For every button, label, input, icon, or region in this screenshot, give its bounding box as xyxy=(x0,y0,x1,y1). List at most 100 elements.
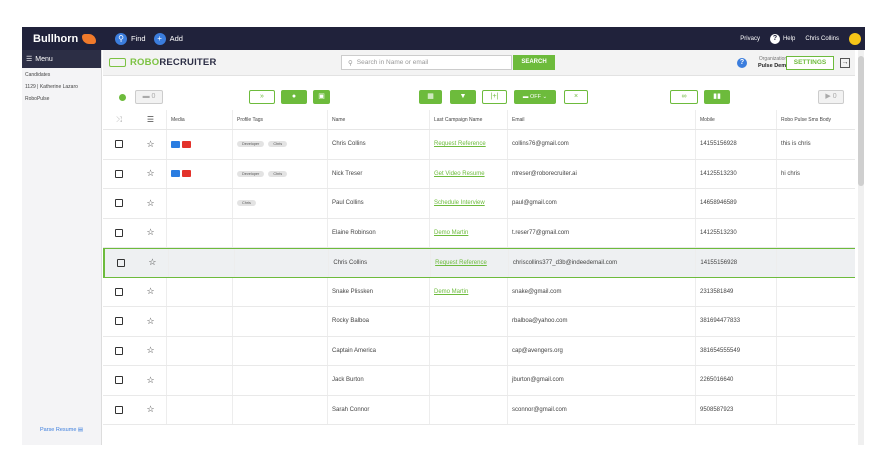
filter-button[interactable]: ▼ xyxy=(450,90,476,104)
message-count-button[interactable]: ▬ 0 xyxy=(135,90,163,104)
star-icon[interactable]: ☆ xyxy=(146,286,154,297)
profile-tag[interactable]: Chris xyxy=(237,200,256,207)
table-row[interactable]: ☆ Chris Paul Collins Schedule Interview paul… xyxy=(103,189,855,219)
profile-tag[interactable]: Chris xyxy=(268,141,288,148)
column-header-sms[interactable]: Robo Pulse Sms Body xyxy=(777,110,855,129)
profile-tag[interactable]: Developer xyxy=(237,170,265,177)
profile-tag[interactable]: Developer xyxy=(237,141,265,148)
chat-media-icon[interactable] xyxy=(171,140,180,148)
find-button[interactable]: ⚲ Find xyxy=(115,32,146,45)
name-cell[interactable]: Paul Collins xyxy=(328,189,430,218)
tags-cell: Developer Chris xyxy=(233,130,328,159)
row-checkbox[interactable] xyxy=(115,169,123,178)
star-icon[interactable]: ☆ xyxy=(146,168,154,179)
campaign-link[interactable]: Get Video Resume xyxy=(434,171,485,177)
campaign-link[interactable]: Request Reference xyxy=(435,260,487,266)
table-row[interactable]: ☆ Sarah Connor sconnor@gmail.com 9508587923 xyxy=(103,395,855,425)
row-checkbox[interactable] xyxy=(116,258,125,267)
column-header-tags[interactable]: Profile Tags xyxy=(233,110,328,129)
row-checkbox[interactable] xyxy=(115,287,123,296)
privacy-link[interactable]: Privacy xyxy=(740,36,760,42)
tag-button[interactable]: ● xyxy=(281,90,307,104)
logout-icon[interactable]: → xyxy=(840,58,850,68)
name-cell[interactable]: Jack Burton xyxy=(328,366,430,395)
table-row[interactable]: ☆ Captain America cap@avengers.org 38165455… xyxy=(103,336,855,366)
name-cell[interactable]: Captain America xyxy=(328,336,430,365)
auto-toggle-dropdown[interactable]: ▬ OFF ⌄ xyxy=(514,90,556,104)
bullhorn-logo[interactable]: Bullhorn xyxy=(22,33,107,45)
close-box-button[interactable]: × xyxy=(564,90,588,104)
row-checkbox[interactable] xyxy=(115,140,123,149)
book-button[interactable]: ▮▮ xyxy=(704,90,730,104)
name-cell[interactable]: Nick Treser xyxy=(328,159,430,188)
columns-button[interactable]: |+| xyxy=(482,90,507,104)
campaign-link[interactable]: Schedule Interview xyxy=(434,200,485,206)
link-button[interactable]: ∞ xyxy=(670,90,698,104)
table-row[interactable]: ☆ Developer Chris Chris Collins Request Refe… xyxy=(103,130,855,160)
select-all-toggle[interactable]: ⤨ xyxy=(103,110,135,129)
table-row[interactable]: ☆ Developer Chris Nick Treser Get Video Resu… xyxy=(103,159,855,189)
row-checkbox[interactable] xyxy=(115,346,123,355)
campaign-link[interactable]: Demo Martin xyxy=(434,289,468,295)
name-cell[interactable]: Chris Collins xyxy=(329,249,432,277)
help-button[interactable]: ? Help xyxy=(769,33,795,44)
star-icon[interactable]: ☆ xyxy=(146,375,154,386)
star-icon[interactable]: ☆ xyxy=(146,316,154,327)
campaign-link[interactable]: Demo Martin xyxy=(434,230,468,236)
settings-button[interactable]: SETTINGS xyxy=(786,56,834,70)
name-cell[interactable]: Rocky Balboa xyxy=(328,307,430,336)
archive-button[interactable]: ▣ xyxy=(313,90,330,104)
row-checkbox[interactable] xyxy=(115,228,123,237)
row-checkbox[interactable] xyxy=(115,317,123,326)
play-count-button[interactable]: ▶ 0 xyxy=(818,90,844,104)
sidebar-item-record[interactable]: 1129 | Katherine Lazaro xyxy=(22,80,101,92)
star-icon[interactable]: ☆ xyxy=(146,404,154,415)
name-cell[interactable]: Snake Plissken xyxy=(328,277,430,306)
table-row[interactable]: ☆ Rocky Balboa rbalboa@yahoo.com 3816944778… xyxy=(103,307,855,337)
video-media-icon[interactable] xyxy=(182,170,191,178)
chat-media-icon[interactable] xyxy=(171,170,180,178)
forward-button[interactable]: » xyxy=(249,90,275,104)
star-icon[interactable]: ☆ xyxy=(146,139,154,150)
favorite-cell: ☆ xyxy=(137,249,169,277)
find-label: Find xyxy=(131,34,146,43)
row-checkbox[interactable] xyxy=(115,376,123,385)
name-cell[interactable]: Chris Collins xyxy=(328,130,430,159)
sms-body-cell xyxy=(777,337,855,366)
table-row[interactable]: ☆ Jack Burton jburton@gmail.com 2265016640 xyxy=(103,366,855,396)
column-header-name[interactable]: Name xyxy=(328,110,430,129)
avatar[interactable] xyxy=(849,32,861,45)
row-checkbox[interactable] xyxy=(115,199,123,208)
sidebar-item-candidates[interactable]: Candidates xyxy=(22,68,101,80)
search-button[interactable]: SEARCH xyxy=(513,55,555,70)
campaign-link[interactable]: Request Reference xyxy=(434,141,486,147)
star-icon[interactable]: ☆ xyxy=(146,345,154,356)
table-row[interactable]: ☆ Elaine Robinson Demo Martin t.reser77@gma… xyxy=(103,218,855,248)
table-row[interactable]: ☆ Snake Plissken Demo Martin snake@gmail.co… xyxy=(103,277,855,307)
search-input[interactable]: ⚲ Search in Name or email xyxy=(341,55,512,70)
column-header-mobile[interactable]: Mobile xyxy=(696,110,777,129)
menu-toggle[interactable]: ☰ Menu xyxy=(22,50,101,68)
star-icon[interactable]: ☆ xyxy=(146,227,154,238)
vertical-scrollbar[interactable] xyxy=(858,50,864,445)
row-checkbox[interactable] xyxy=(115,405,123,414)
column-header-campaign[interactable]: Last Campaign Name xyxy=(430,110,508,129)
star-icon[interactable]: ☆ xyxy=(148,257,156,268)
parse-resume-link[interactable]: Parse Resume ▤ xyxy=(40,427,83,433)
name-cell[interactable]: Elaine Robinson xyxy=(328,218,430,247)
sidebar-item-robopulse[interactable]: RoboPulse xyxy=(22,92,101,104)
user-name[interactable]: Chris Collins xyxy=(805,36,839,42)
scrollbar-thumb[interactable] xyxy=(858,56,864,186)
column-header-email[interactable]: Email xyxy=(508,110,696,129)
video-media-icon[interactable] xyxy=(182,140,191,148)
favorite-cell: ☆ xyxy=(135,218,167,247)
calendar-button[interactable]: ▦ xyxy=(419,90,442,104)
column-header-media[interactable]: Media xyxy=(167,110,233,129)
name-cell[interactable]: Sarah Connor xyxy=(328,395,430,424)
profile-tag[interactable]: Chris xyxy=(268,170,288,177)
help-icon[interactable]: ? xyxy=(737,58,747,68)
star-icon[interactable]: ☆ xyxy=(146,198,154,209)
table-row[interactable]: ☆ Chris Collins Request Reference chriscoll… xyxy=(103,248,855,278)
menu-column[interactable]: ☰ xyxy=(135,110,167,129)
add-button[interactable]: + Add xyxy=(153,32,183,45)
